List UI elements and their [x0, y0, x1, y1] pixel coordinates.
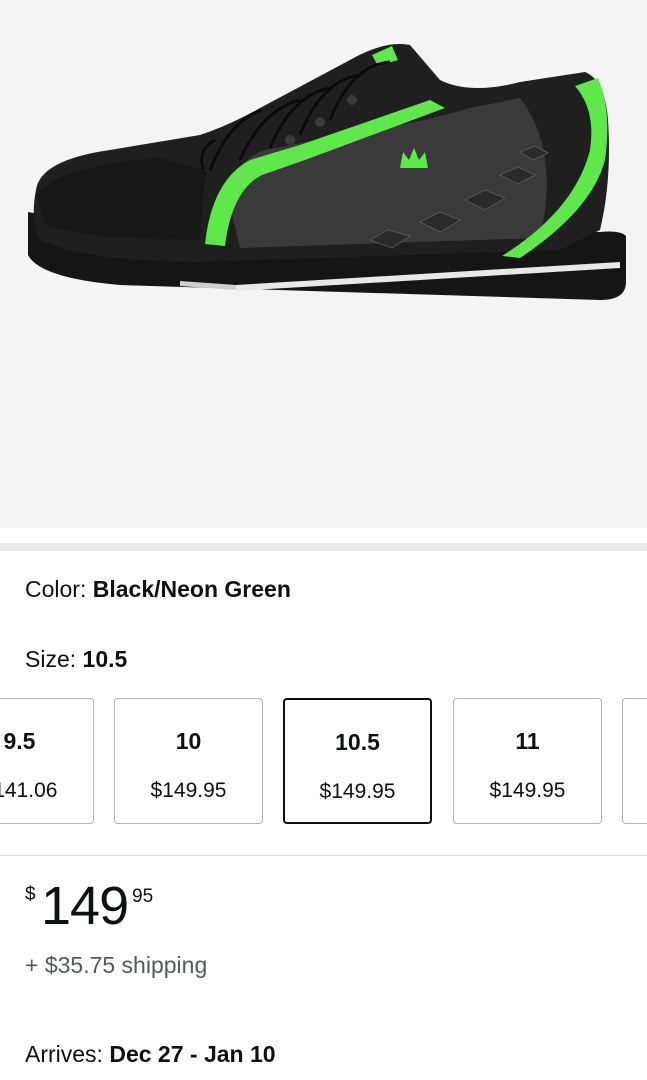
delivery-label: Arrives: — [25, 1041, 103, 1067]
size-option-size: 11 — [515, 728, 540, 754]
horizontal-rule — [0, 855, 647, 856]
size-option-11[interactable]: 11 $149.95 — [453, 698, 602, 824]
size-option-10-5-selected[interactable]: 10.5 $149.95 — [283, 698, 432, 824]
delivery-dates: Dec 27 - Jan 10 — [109, 1041, 276, 1067]
size-value: 10.5 — [82, 646, 128, 672]
size-label: Size: — [25, 646, 77, 672]
size-option-next[interactable] — [622, 698, 647, 824]
shipping-cost: + $35.75 shipping — [25, 952, 208, 978]
size-option-price: $149.95 — [319, 780, 396, 803]
size-option-9-5[interactable]: 9.5 $141.06 — [0, 698, 94, 824]
price-whole: 149 — [41, 876, 129, 936]
size-option-size: 10 — [175, 728, 202, 754]
price-fraction: 95 — [132, 886, 154, 907]
delivery-estimate: Arrives: Dec 27 - Jan 10 — [25, 1039, 276, 1069]
color-selection: Color: Black/Neon Green — [25, 574, 291, 604]
product-image[interactable] — [0, 0, 647, 528]
color-value: Black/Neon Green — [92, 576, 291, 602]
product-page: Color: Black/Neon Green Size: 10.5 9.5 $… — [0, 0, 647, 1080]
size-option-price: $149.95 — [489, 779, 566, 802]
size-selection: Size: 10.5 — [25, 644, 127, 674]
size-option-size: 10.5 — [335, 729, 380, 755]
bowling-shoe-image — [28, 44, 626, 300]
size-carousel[interactable]: 9.5 $141.06 10 $149.95 10.5 $149.95 11 $… — [0, 697, 647, 828]
color-label: Color: — [25, 576, 87, 602]
price-currency-symbol: $ — [25, 884, 36, 905]
size-option-price: $141.06 — [0, 779, 58, 802]
size-option-10[interactable]: 10 $149.95 — [114, 698, 263, 824]
size-option-size: 9.5 — [3, 728, 36, 754]
size-option-price: $149.95 — [150, 779, 227, 802]
section-divider — [0, 543, 647, 551]
